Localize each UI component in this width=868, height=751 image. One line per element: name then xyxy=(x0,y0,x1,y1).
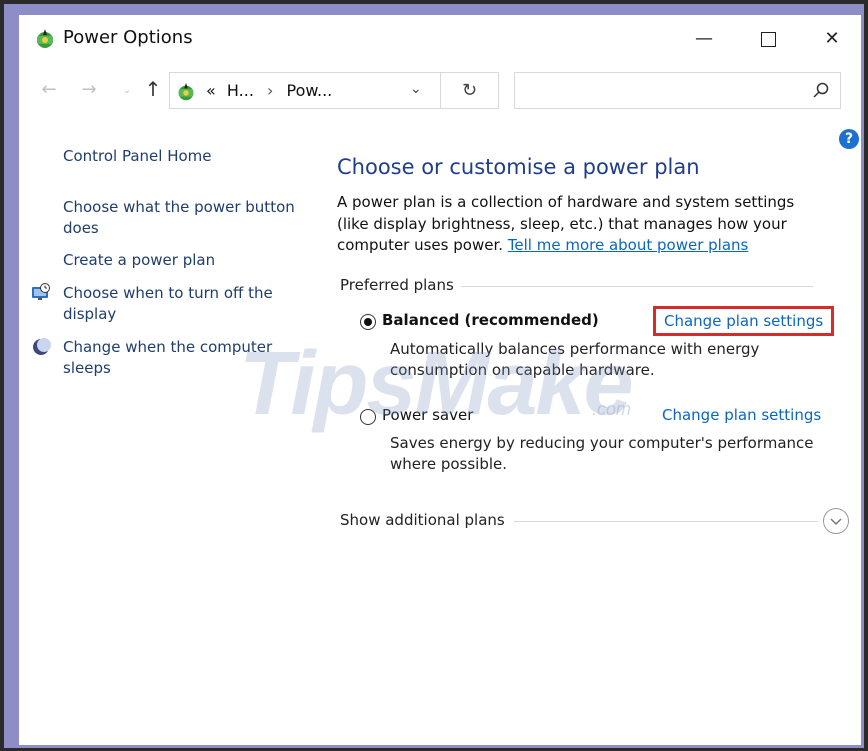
breadcrumb-overflow[interactable]: « xyxy=(206,81,216,100)
search-input[interactable] xyxy=(514,72,841,109)
minimize-icon: — xyxy=(695,28,713,49)
up-arrow-icon[interactable]: ↑ xyxy=(141,77,165,101)
page-title: Choose or customise a power plan xyxy=(337,155,700,179)
preferred-plans-label: Preferred plans xyxy=(340,276,454,294)
sidebar-item-sleep[interactable]: Change when the computer sleeps xyxy=(63,337,303,379)
divider xyxy=(461,286,813,287)
title-bar: Power Options — ✕ xyxy=(19,15,861,63)
balanced-change-plan-settings-link[interactable]: Change plan settings xyxy=(653,306,835,336)
power-options-icon xyxy=(37,29,53,48)
maximize-button[interactable] xyxy=(745,23,791,55)
expand-button[interactable] xyxy=(823,508,849,534)
window-title: Power Options xyxy=(63,27,193,48)
navigation-bar: ← → ⌄ ↑ « H... › Pow... ⌄ ↻ xyxy=(19,71,861,111)
page-description: A power plan is a collection of hardware… xyxy=(337,192,827,257)
address-bar[interactable]: « H... › Pow... ⌄ xyxy=(169,72,441,109)
power-options-window: Power Options — ✕ ← → ⌄ ↑ « H... › Pow..… xyxy=(19,15,861,745)
breadcrumb-item-hardware[interactable]: H... xyxy=(227,81,254,100)
watermark-suffix: .com xyxy=(592,399,632,419)
chevron-down-icon[interactable]: ⌄ xyxy=(410,81,422,97)
breadcrumb-separator-icon: › xyxy=(267,81,274,100)
help-icon[interactable]: ? xyxy=(839,129,859,149)
chevron-down-icon xyxy=(830,518,842,526)
sidebar-item-create-plan[interactable]: Create a power plan xyxy=(63,250,215,271)
power-saver-plan-name[interactable]: Power saver xyxy=(382,406,473,424)
balanced-plan-radio[interactable] xyxy=(360,314,376,330)
power-saver-plan-radio[interactable] xyxy=(360,409,376,425)
balanced-plan-name[interactable]: Balanced (recommended) xyxy=(382,311,599,329)
radio-selected-dot xyxy=(364,318,372,326)
learn-more-link[interactable]: Tell me more about power plans xyxy=(508,236,749,254)
moon-icon xyxy=(33,338,51,355)
breadcrumb: « H... › Pow... xyxy=(206,81,332,100)
maximize-icon xyxy=(760,31,776,47)
power-saver-plan-description: Saves energy by reducing your computer's… xyxy=(390,434,814,473)
close-icon: ✕ xyxy=(824,28,840,49)
divider xyxy=(514,521,818,522)
display-clock-icon xyxy=(32,283,50,300)
breadcrumb-item-power-options[interactable]: Pow... xyxy=(287,81,333,100)
power-options-icon xyxy=(178,82,194,101)
recent-locations-icon[interactable]: ⌄ xyxy=(115,85,139,96)
back-arrow-icon[interactable]: ← xyxy=(37,79,61,100)
control-panel-home-link[interactable]: Control Panel Home xyxy=(63,146,212,167)
search-icon[interactable] xyxy=(812,81,830,99)
show-additional-plans-label[interactable]: Show additional plans xyxy=(340,511,505,529)
forward-arrow-icon[interactable]: → xyxy=(77,79,101,100)
sidebar-item-display-off[interactable]: Choose when to turn off the display xyxy=(63,283,303,325)
power-saver-change-plan-settings-link[interactable]: Change plan settings xyxy=(662,406,821,424)
sidebar-item-power-button[interactable]: Choose what the power button does xyxy=(63,197,313,239)
refresh-button[interactable]: ↻ xyxy=(441,72,499,109)
minimize-button[interactable]: — xyxy=(681,23,727,55)
balanced-plan-description: Automatically balances performance with … xyxy=(390,340,760,379)
refresh-icon: ↻ xyxy=(461,80,478,101)
close-button[interactable]: ✕ xyxy=(809,23,855,55)
